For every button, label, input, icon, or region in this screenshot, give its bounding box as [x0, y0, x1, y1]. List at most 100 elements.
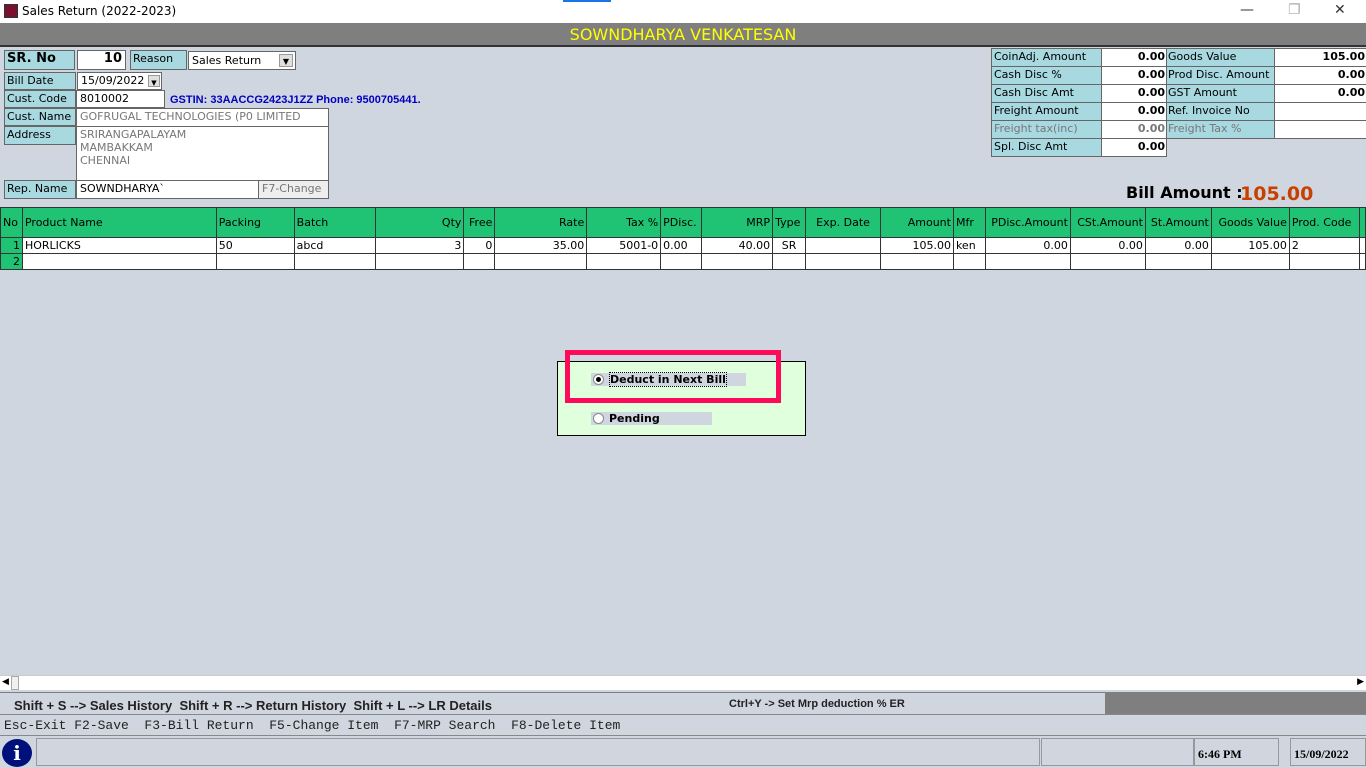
summary-value[interactable] — [1274, 102, 1366, 121]
column-header[interactable]: Prod. Code — [1288, 207, 1360, 238]
grid-cell[interactable]: 0 — [463, 237, 496, 254]
cust-name-label: Cust. Name — [4, 108, 76, 126]
pending-radio[interactable]: Pending — [591, 412, 712, 425]
grid-cell[interactable] — [21, 253, 217, 270]
grid-cell[interactable]: 2 — [1288, 237, 1360, 254]
grid-cell[interactable] — [772, 253, 807, 270]
rep-name-label: Rep. Name — [4, 180, 76, 199]
function-key-bar: Esc-Exit F2-Save F3-Bill Return F5-Chang… — [0, 714, 1366, 736]
column-header[interactable]: Type — [772, 207, 807, 238]
column-header[interactable]: PDisc. — [660, 207, 703, 238]
column-header[interactable]: St.Amount — [1144, 207, 1212, 238]
bill-amount-label: Bill Amount : — [1126, 183, 1243, 202]
summary-value[interactable]: 0.00 — [1101, 48, 1167, 67]
column-header[interactable]: No — [0, 207, 23, 238]
radio-unselected-icon[interactable] — [593, 413, 604, 424]
items-grid[interactable]: No Product Name Packing Batch Qty Free Rate Tax… — [0, 207, 1366, 270]
table-row[interactable]: 2 — [0, 253, 1366, 270]
grid-cell[interactable] — [880, 253, 954, 270]
summary-value[interactable]: 0.00 — [1101, 120, 1167, 139]
minimize-button[interactable]: — — [1240, 2, 1254, 18]
column-header[interactable]: Packing — [215, 207, 295, 238]
app-icon — [4, 4, 18, 18]
column-header[interactable]: CSt.Amount — [1069, 207, 1146, 238]
summary-value[interactable]: 0.00 — [1101, 102, 1167, 121]
column-header[interactable]: Product Name — [21, 207, 217, 238]
grid-cell[interactable]: SR — [772, 237, 807, 254]
summary-value[interactable] — [1274, 120, 1366, 139]
restore-button[interactable]: ❐ — [1288, 2, 1301, 18]
sr-no-field[interactable]: 10 — [77, 50, 126, 70]
chevron-down-icon[interactable]: ▼ — [279, 54, 293, 67]
cust-code-field[interactable]: 8010002 — [76, 90, 165, 108]
scroll-thumb[interactable] — [11, 676, 19, 690]
grid-cell[interactable] — [1210, 253, 1290, 270]
grid-cell[interactable]: 3 — [374, 237, 465, 254]
address-label: Address — [4, 126, 76, 145]
reason-label: Reason — [130, 50, 187, 70]
scroll-right-icon[interactable]: ▶ — [1357, 677, 1364, 687]
column-header[interactable]: MRP — [701, 207, 774, 238]
summary-value[interactable]: 0.00 — [1101, 138, 1167, 157]
grid-cell[interactable] — [215, 253, 295, 270]
table-row[interactable]: 1 HORLICKS 50 abcd 3 0 35.00 5001-0 0.00 40.00 SR 1… — [0, 237, 1366, 254]
gstin-phone: GSTIN: 33AACCG2423J1ZZ Phone: 9500705441… — [170, 94, 421, 106]
column-header[interactable]: PDisc.Amount — [984, 207, 1071, 238]
horizontal-scrollbar[interactable]: ◀ ▶ — [0, 675, 1366, 690]
grid-cell[interactable]: 105.00 — [880, 237, 954, 254]
grid-cell[interactable] — [463, 253, 496, 270]
grid-cell[interactable] — [374, 253, 465, 270]
grid-cell[interactable] — [805, 253, 882, 270]
reason-select[interactable]: Sales Return ▼ — [188, 51, 296, 70]
grid-cell[interactable] — [494, 253, 588, 270]
summary-value[interactable]: 0.00 — [1274, 84, 1366, 103]
column-header[interactable]: Tax % — [586, 207, 662, 238]
grid-cell[interactable] — [1288, 253, 1360, 270]
grid-cell[interactable]: 105.00 — [1210, 237, 1290, 254]
grid-cell[interactable]: HORLICKS — [21, 237, 217, 254]
summary-value[interactable]: 105.00 — [1274, 48, 1366, 67]
column-header[interactable]: Goods Value — [1210, 207, 1290, 238]
grid-cell[interactable]: 35.00 — [494, 237, 588, 254]
column-header[interactable]: Free — [463, 207, 496, 238]
summary-value[interactable]: 0.00 — [1274, 66, 1366, 85]
function-key-hints: Esc-Exit F2-Save F3-Bill Return F5-Chang… — [4, 718, 621, 733]
rep-name-field[interactable]: SOWNDHARYA` — [76, 180, 259, 199]
close-button[interactable]: ✕ — [1334, 2, 1346, 18]
column-header[interactable]: Mfr — [952, 207, 986, 238]
scroll-left-icon[interactable]: ◀ — [2, 677, 9, 687]
column-header[interactable]: Exp. Date — [805, 207, 882, 238]
grid-cell[interactable] — [984, 253, 1071, 270]
grid-cell[interactable] — [1144, 253, 1212, 270]
grid-cell[interactable] — [293, 253, 376, 270]
grid-cell[interactable]: 0.00 — [984, 237, 1071, 254]
grid-cell[interactable] — [805, 237, 882, 254]
f7-change-button[interactable]: F7-Change — [258, 180, 329, 199]
grid-cell[interactable] — [1069, 253, 1146, 270]
grid-cell[interactable]: 0.00 — [1069, 237, 1146, 254]
grid-cell[interactable] — [952, 253, 986, 270]
grid-cell[interactable]: abcd — [293, 237, 376, 254]
grid-cell[interactable]: 5001-0 — [586, 237, 662, 254]
grid-cell[interactable]: 40.00 — [701, 237, 774, 254]
column-header[interactable]: Amount — [880, 207, 954, 238]
address-field[interactable]: SRIRANGAPALAYAM MAMBAKKAM CHENNAI — [76, 126, 329, 181]
summary-value[interactable]: 0.00 — [1101, 84, 1167, 103]
column-header[interactable]: Batch — [293, 207, 376, 238]
chevron-down-icon[interactable]: ▼ — [148, 75, 160, 87]
cust-name-field[interactable]: GOFRUGAL TECHNOLOGIES (P0 LIMITED — [76, 108, 329, 127]
reason-value: Sales Return — [192, 54, 262, 67]
column-header[interactable]: Qty — [374, 207, 465, 238]
grid-cell[interactable] — [660, 253, 703, 270]
grid-cell[interactable] — [701, 253, 774, 270]
grid-cell[interactable]: 0.00 — [1144, 237, 1212, 254]
grid-cell: 1 — [0, 237, 23, 254]
grid-cell[interactable]: 50 — [215, 237, 295, 254]
grid-cell[interactable]: ken — [952, 237, 986, 254]
grid-cell[interactable]: 0.00 — [660, 237, 703, 254]
grid-cell[interactable] — [586, 253, 662, 270]
column-header[interactable]: Rate — [494, 207, 588, 238]
summary-label: GST Amount — [1166, 84, 1275, 103]
bill-date-picker[interactable]: 15/09/2022 ▼ — [77, 72, 162, 90]
summary-value[interactable]: 0.00 — [1101, 66, 1167, 85]
